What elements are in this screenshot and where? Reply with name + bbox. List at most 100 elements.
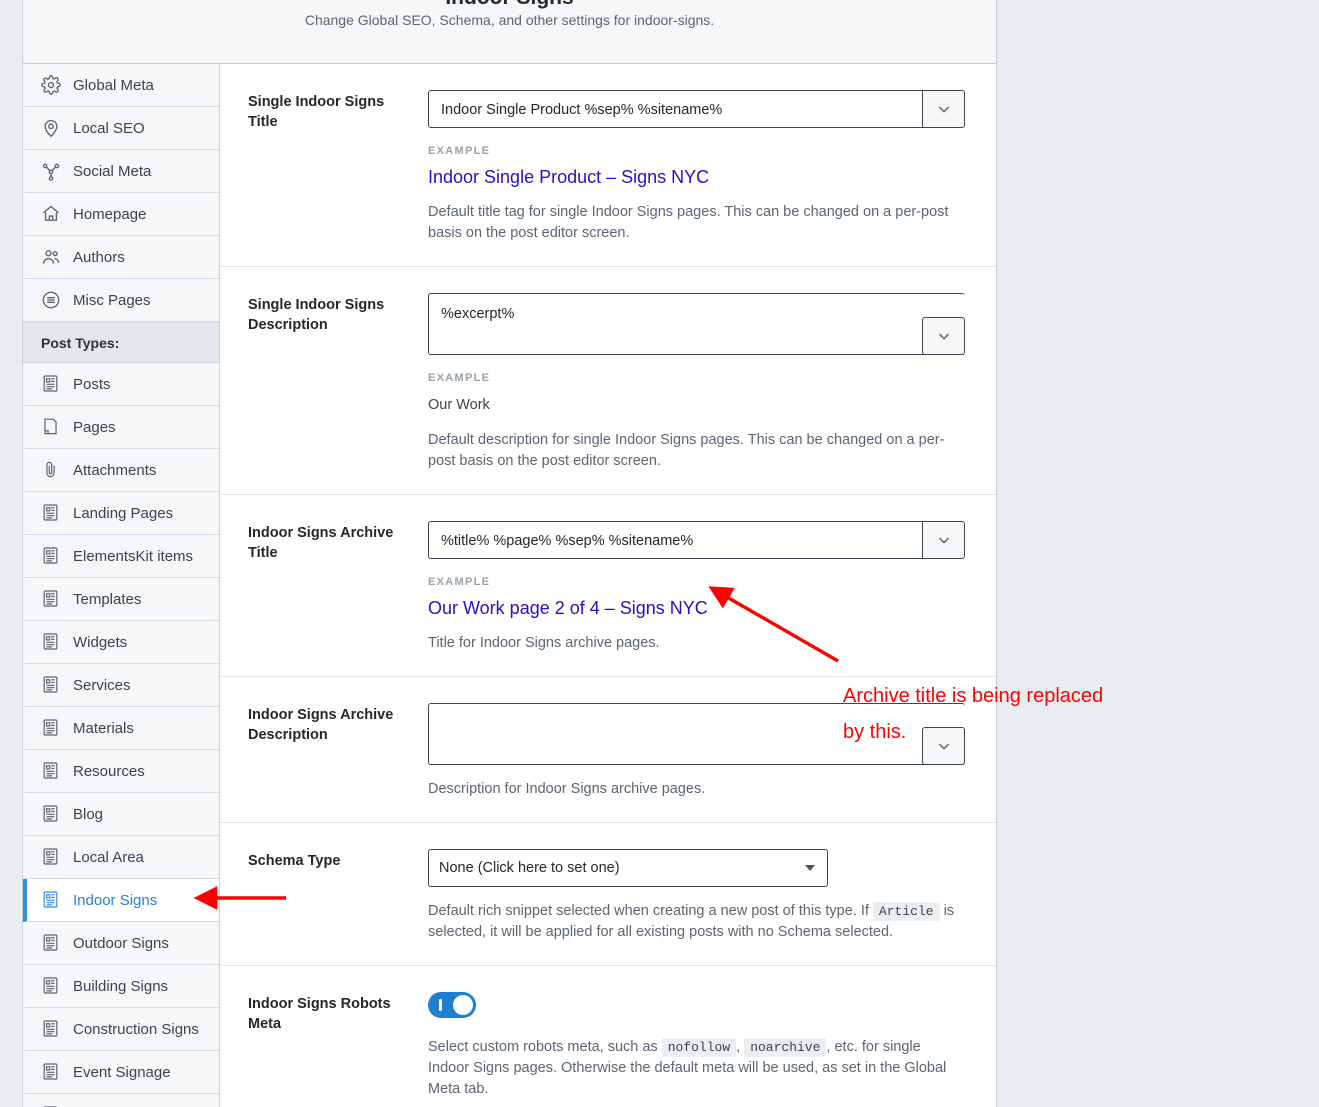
sidebar-item-local-seo[interactable]: Local SEO [23, 107, 219, 150]
schema-type-select[interactable]: None (Click here to set one) [428, 849, 828, 887]
single-title-field[interactable]: Indoor Single Product %sep% %sitename% [428, 90, 965, 128]
document-icon [41, 976, 61, 996]
example-label: EXAMPLE [428, 372, 491, 384]
users-icon [41, 247, 61, 267]
single-description-input[interactable]: %excerpt% [428, 293, 965, 355]
sidebar-item-label: Services [73, 676, 131, 694]
sidebar-item-blog[interactable]: Blog [23, 793, 219, 836]
help-part-1: Default rich snippet selected when creat… [428, 903, 869, 919]
home-icon [41, 204, 61, 224]
sidebar-item-indoor-signs[interactable]: Indoor Signs [23, 879, 219, 922]
archive-title-input[interactable]: %title% %page% %sep% %sitename% [428, 521, 922, 559]
sidebar-group-post-types: Post Types: [23, 322, 219, 363]
field-help: Description for Indoor Signs archive pag… [428, 781, 706, 797]
document-icon [41, 589, 61, 609]
sidebar-item-resources[interactable]: Resources [23, 750, 219, 793]
page-title: Indoor Signs [23, 0, 996, 8]
field-label: Single Indoor Signs Title [248, 94, 385, 130]
document-icon [41, 847, 61, 867]
field-label: Schema Type [248, 853, 341, 869]
document-icon [41, 804, 61, 824]
field-label: Single Indoor Signs Description [248, 297, 385, 333]
chevron-down-icon[interactable] [922, 727, 965, 765]
code-nofollow: nofollow [661, 1038, 737, 1057]
single-title-input[interactable]: Indoor Single Product %sep% %sitename% [428, 90, 922, 128]
example-title: Indoor Single Product – Signs NYC [428, 167, 710, 187]
share-nodes-icon [41, 161, 61, 181]
sidebar-item-posts[interactable]: Posts [23, 363, 219, 406]
sidebar-item-misc-pages[interactable]: Misc Pages [23, 279, 219, 322]
document-icon [41, 1019, 61, 1039]
sidebar-item-authors[interactable]: Authors [23, 236, 219, 279]
sidebar-item-building-signs[interactable]: Building Signs [23, 965, 219, 1008]
example-text: Our Work [428, 397, 490, 413]
sidebar-item-event-signage[interactable]: Event Signage [23, 1051, 219, 1094]
field-help: Title for Indoor Signs archive pages. [428, 635, 660, 651]
sidebar-item-label: Outdoor Signs [73, 934, 169, 952]
field-row-archive-description: Indoor Signs Archive Description Descrip… [220, 677, 996, 823]
field-label: Indoor Signs Archive Title [248, 525, 394, 561]
sidebar-item-label: Local SEO [73, 119, 145, 137]
toggle-knob [453, 995, 473, 1015]
single-description-field[interactable]: %excerpt% [428, 293, 965, 355]
example-label: EXAMPLE [428, 576, 491, 588]
sidebar-item-label: Indoor Signs [73, 891, 158, 909]
document-icon [41, 675, 61, 695]
sidebar-item-materials[interactable]: Materials [23, 707, 219, 750]
chevron-down-icon[interactable] [922, 90, 965, 128]
sidebar-item-label: ElementsKit items [73, 547, 194, 565]
field-row-single-description: Single Indoor Signs Description %excerpt… [220, 267, 996, 495]
settings-sidebar: Global Meta Local SEO Social Meta Homepa… [23, 64, 220, 1107]
document-icon [41, 546, 61, 566]
sidebar-item-local-area[interactable]: Local Area [23, 836, 219, 879]
archive-description-field[interactable] [428, 703, 965, 765]
field-row-schema-type: Schema Type None (Click here to set one)… [220, 823, 996, 966]
sidebar-item-services[interactable]: Services [23, 664, 219, 707]
example-title: Our Work page 2 of 4 – Signs NYC [428, 598, 708, 618]
code-noarchive: noarchive [744, 1038, 827, 1057]
sidebar-item-label: Resources [73, 762, 145, 780]
sidebar-item-landing-pages[interactable]: Landing Pages [23, 492, 219, 535]
sidebar-item-next-partial[interactable] [23, 1094, 219, 1107]
archive-description-input[interactable] [428, 703, 965, 765]
sidebar-item-elementskit-items[interactable]: ElementsKit items [23, 535, 219, 578]
page-icon [41, 417, 61, 437]
sidebar-item-social-meta[interactable]: Social Meta [23, 150, 219, 193]
field-label: Indoor Signs Robots Meta [248, 996, 391, 1032]
help-comma: , [736, 1039, 741, 1055]
sidebar-item-widgets[interactable]: Widgets [23, 621, 219, 664]
sidebar-item-label: Construction Signs [73, 1020, 199, 1038]
field-row-robots-meta: Indoor Signs Robots Meta Select custom r… [220, 966, 996, 1107]
sidebar-item-homepage[interactable]: Homepage [23, 193, 219, 236]
sidebar-item-label: Homepage [73, 205, 147, 223]
sidebar-item-outdoor-signs[interactable]: Outdoor Signs [23, 922, 219, 965]
sidebar-item-label: Pages [73, 418, 116, 436]
chevron-down-icon[interactable] [922, 317, 965, 355]
sidebar-group-label: Post Types: [41, 334, 120, 351]
document-icon [41, 933, 61, 953]
sidebar-item-construction-signs[interactable]: Construction Signs [23, 1008, 219, 1051]
sidebar-item-label: Authors [73, 248, 125, 266]
sidebar-item-attachments[interactable]: Attachments [23, 449, 219, 492]
sidebar-item-label: Widgets [73, 633, 128, 651]
sidebar-item-global-meta[interactable]: Global Meta [23, 64, 219, 107]
sidebar-item-label: Building Signs [73, 977, 169, 995]
sidebar-item-label: Local Area [73, 848, 144, 866]
sidebar-item-label: Event Signage [73, 1063, 171, 1081]
sidebar-item-label: Landing Pages [73, 504, 174, 522]
field-help: Default description for single Indoor Si… [428, 432, 945, 469]
archive-title-field[interactable]: %title% %page% %sep% %sitename% [428, 521, 965, 559]
document-icon [41, 503, 61, 523]
robots-meta-toggle[interactable] [428, 992, 476, 1018]
sidebar-item-label: Social Meta [73, 162, 152, 180]
sidebar-item-pages[interactable]: Pages [23, 406, 219, 449]
map-pin-icon [41, 118, 61, 138]
sidebar-item-label: Posts [73, 375, 111, 393]
example-label: EXAMPLE [428, 145, 491, 157]
document-icon [41, 718, 61, 738]
page-subtitle: Change Global SEO, Schema, and other set… [304, 12, 715, 28]
chevron-down-icon[interactable] [922, 521, 965, 559]
sidebar-item-templates[interactable]: Templates [23, 578, 219, 621]
help-part-1: Select custom robots meta, such as [428, 1039, 658, 1055]
field-label: Indoor Signs Archive Description [248, 707, 394, 743]
